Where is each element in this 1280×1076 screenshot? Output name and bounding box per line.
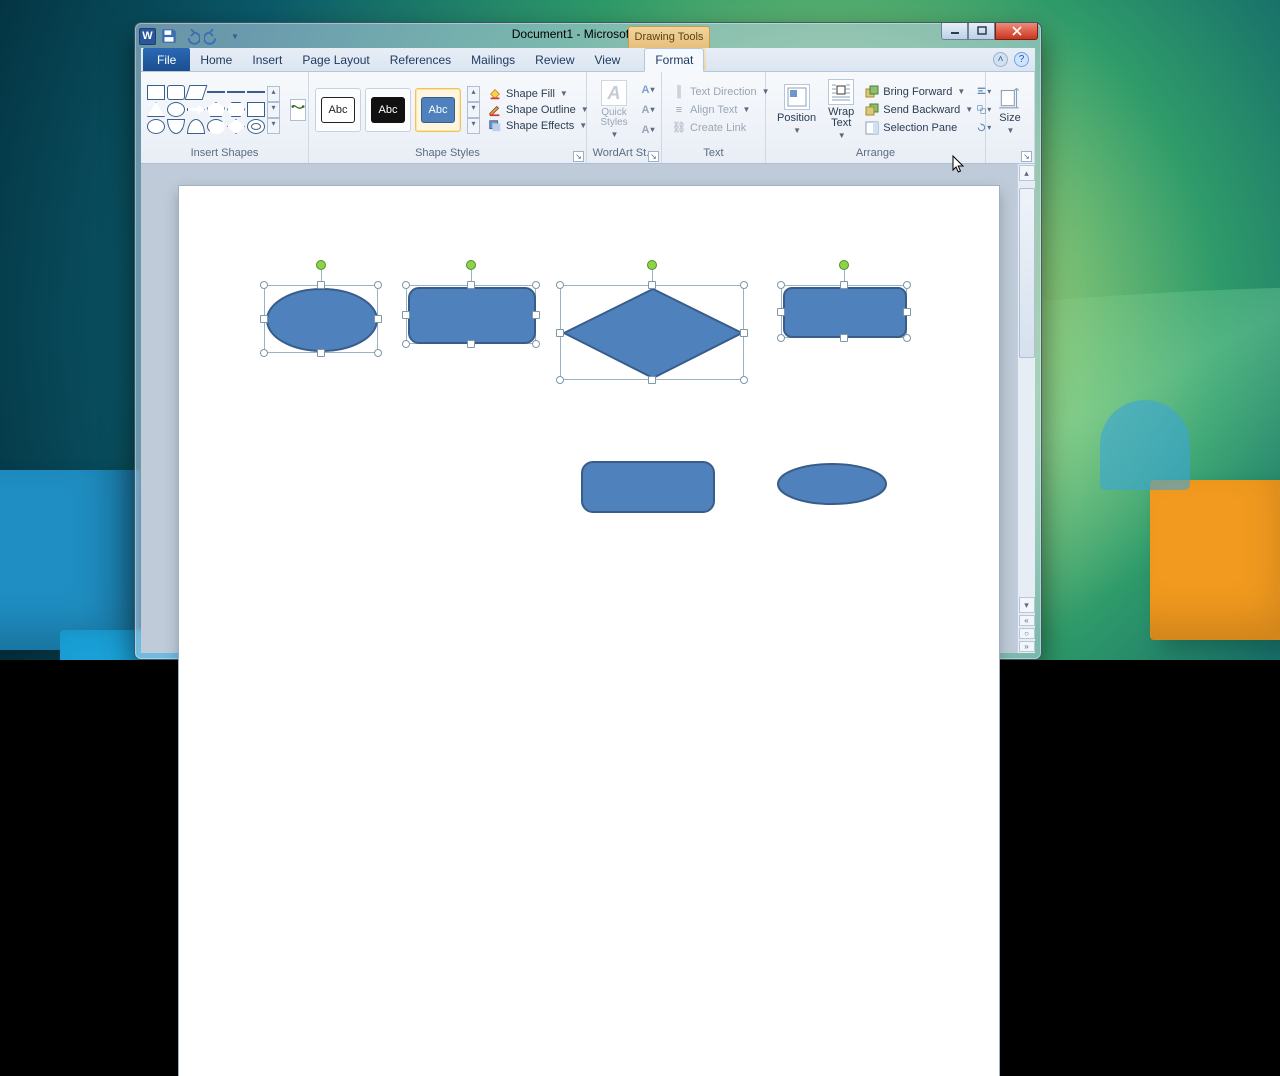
text-outline-icon[interactable]: A▾ <box>641 103 655 117</box>
shape-ellipse-1-selection[interactable] <box>264 285 378 353</box>
scroll-down-button[interactable]: ▾ <box>1019 597 1035 613</box>
quick-styles-button: A Quick Styles▼ <box>593 78 635 141</box>
text-direction-icon: ║ <box>672 85 686 99</box>
group-shape-styles: Abc Abc Abc ▴▾▾ Shape Fill▼ <box>309 72 587 163</box>
contextual-tab-header: Drawing Tools <box>628 26 710 48</box>
send-backward-button[interactable]: Send Backward▼ <box>865 103 973 117</box>
word-window: W ▼ Document1 - Microsoft Word Drawing T… <box>134 22 1042 660</box>
vertical-scrollbar[interactable]: ▴ ▾ « ○ » <box>1017 164 1035 653</box>
titlebar[interactable]: W ▼ Document1 - Microsoft Word Drawing T… <box>135 23 1041 48</box>
shape-styles-gallery[interactable]: Abc Abc Abc ▴▾▾ <box>315 86 480 134</box>
selection-pane-button[interactable]: Selection Pane <box>865 121 973 135</box>
position-icon <box>784 84 810 110</box>
wrap-text-icon <box>828 79 854 105</box>
browse-object-button[interactable]: ○ <box>1019 628 1035 639</box>
bring-forward-button[interactable]: Bring Forward▼ <box>865 85 973 99</box>
effects-icon <box>488 119 502 133</box>
window-title: Document1 - Microsoft Word <box>135 27 1041 41</box>
bucket-icon <box>488 87 502 101</box>
shape-effects-button[interactable]: Shape Effects▼ <box>488 119 589 133</box>
tab-file[interactable]: File <box>143 48 190 71</box>
group-wordart-styles: A Quick Styles▼ A▾ A▾ A▾ WordArt St...↘ <box>587 72 662 163</box>
size-icon <box>997 84 1023 110</box>
shape-diamond-1-selection[interactable] <box>560 285 744 380</box>
tab-mailings[interactable]: Mailings <box>461 48 525 71</box>
size-button[interactable]: Size▼ <box>992 82 1028 137</box>
next-page-button[interactable]: » <box>1019 641 1035 652</box>
group-label-insert-shapes: Insert Shapes <box>141 147 308 163</box>
text-fill-icon[interactable]: A▾ <box>641 83 655 97</box>
size-launcher[interactable]: ↘ <box>1021 151 1032 162</box>
style-thumb-3[interactable]: Abc <box>415 88 461 132</box>
group-label-shape-styles: Shape Styles↘ <box>309 147 586 163</box>
shape-fill-button[interactable]: Shape Fill▼ <box>488 87 589 101</box>
shapes-gallery[interactable] <box>147 85 265 134</box>
edit-shape-button[interactable] <box>290 99 306 121</box>
shape-styles-scroll[interactable]: ▴▾▾ <box>467 86 480 134</box>
tab-review[interactable]: Review <box>525 48 584 71</box>
shape-rounded-rect-1-selection[interactable] <box>406 285 536 344</box>
link-icon: ⛓ <box>672 121 686 135</box>
tab-page-layout[interactable]: Page Layout <box>292 48 379 71</box>
ribbon: File Home Insert Page Layout References … <box>141 48 1035 164</box>
tab-insert[interactable]: Insert <box>242 48 292 71</box>
maximize-button[interactable] <box>968 23 995 40</box>
group-arrange: Position▼ Wrap Text▼ Bring Forward▼ Send… <box>766 72 986 163</box>
create-link-button: ⛓Create Link <box>672 121 770 135</box>
shape-outline-button[interactable]: Shape Outline▼ <box>488 103 589 117</box>
style-thumb-1[interactable]: Abc <box>315 88 361 132</box>
minimize-ribbon-button[interactable]: ˄ <box>993 52 1008 67</box>
pencil-icon <box>488 103 502 117</box>
tab-view[interactable]: View <box>585 48 631 71</box>
text-effects-icon[interactable]: A▾ <box>641 123 655 137</box>
scroll-thumb[interactable] <box>1019 188 1035 358</box>
group-label-size: ↘ <box>986 147 1034 163</box>
group-label-text: Text <box>662 147 765 163</box>
bring-forward-icon <box>865 85 879 99</box>
position-button[interactable]: Position▼ <box>772 82 821 137</box>
ribbon-tabstrip: File Home Insert Page Layout References … <box>141 48 1035 72</box>
wrap-text-button[interactable]: Wrap Text▼ <box>823 77 859 142</box>
shape-styles-launcher[interactable]: ↘ <box>573 151 584 162</box>
align-text-icon: ≡ <box>672 103 686 117</box>
shapes-gallery-scroll[interactable]: ▴▾▾ <box>267 86 280 134</box>
rotate-handle[interactable] <box>316 260 326 270</box>
rotate-handle[interactable] <box>466 260 476 270</box>
align-text-button: ≡Align Text▼ <box>672 103 770 117</box>
close-button[interactable] <box>995 23 1038 40</box>
tab-home[interactable]: Home <box>190 48 242 71</box>
group-insert-shapes: ▴▾▾ Insert Shapes <box>141 72 309 163</box>
page[interactable] <box>179 186 999 1076</box>
rotate-handle[interactable] <box>647 260 657 270</box>
minimize-button[interactable] <box>941 23 968 40</box>
shape-rounded-rect-3[interactable] <box>581 461 715 513</box>
tab-format[interactable]: Format <box>644 48 704 72</box>
text-direction-button: ║Text Direction▼ <box>672 85 770 99</box>
cursor-icon <box>952 155 966 175</box>
shape-rounded-rect-2-selection[interactable] <box>781 285 907 338</box>
send-backward-icon <box>865 103 879 117</box>
prev-page-button[interactable]: « <box>1019 615 1035 626</box>
group-text: ║Text Direction▼ ≡Align Text▼ ⛓Create Li… <box>662 72 766 163</box>
scroll-up-button[interactable]: ▴ <box>1019 165 1035 181</box>
group-label-wordart: WordArt St...↘ <box>587 147 661 163</box>
document-area: ▴ ▾ « ○ » <box>141 164 1035 653</box>
shape-ellipse-2[interactable] <box>776 462 888 506</box>
help-button[interactable]: ? <box>1014 52 1029 67</box>
selection-pane-icon <box>865 121 879 135</box>
group-size: Size▼ ↘ <box>986 72 1035 163</box>
tab-references[interactable]: References <box>380 48 461 71</box>
rotate-handle[interactable] <box>839 260 849 270</box>
style-thumb-2[interactable]: Abc <box>365 88 411 132</box>
wordart-launcher[interactable]: ↘ <box>648 151 659 162</box>
letter-a-icon: A <box>601 80 627 106</box>
